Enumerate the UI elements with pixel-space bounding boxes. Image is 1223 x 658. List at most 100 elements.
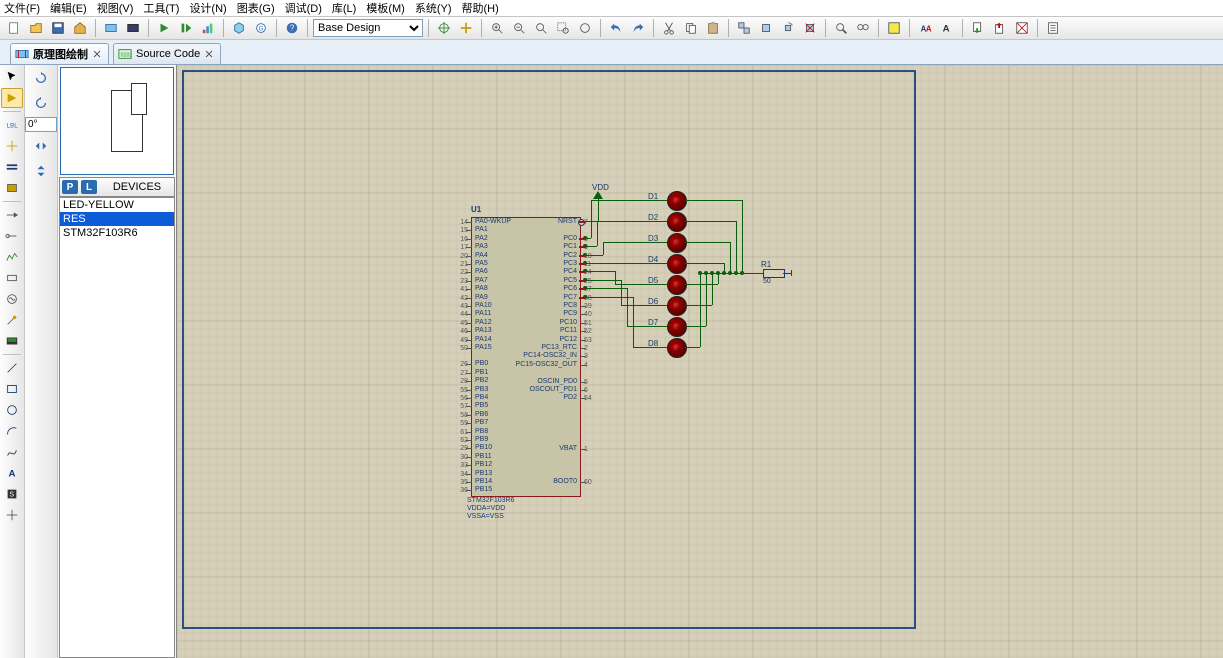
rotate-cw-button[interactable] bbox=[29, 67, 53, 89]
wire[interactable] bbox=[736, 221, 737, 273]
symbol-tool[interactable]: S bbox=[1, 484, 23, 504]
wire[interactable] bbox=[685, 326, 706, 327]
component-led[interactable] bbox=[667, 254, 687, 274]
crosshair2-button[interactable] bbox=[456, 18, 476, 38]
block-move-button[interactable] bbox=[756, 18, 776, 38]
zoom-out-button[interactable] bbox=[509, 18, 529, 38]
selection-tool[interactable] bbox=[1, 67, 23, 87]
device-list[interactable]: LED-YELLOWRESSTM32F103R6 bbox=[59, 197, 175, 658]
import-button[interactable] bbox=[968, 18, 988, 38]
wire[interactable] bbox=[633, 297, 634, 347]
block-copy-button[interactable] bbox=[734, 18, 754, 38]
probe-tool[interactable] bbox=[1, 310, 23, 330]
rotate-ccw-button[interactable] bbox=[29, 92, 53, 114]
tape-tool[interactable] bbox=[1, 268, 23, 288]
component-led[interactable] bbox=[667, 338, 687, 358]
device-item[interactable]: LED-YELLOW bbox=[60, 198, 174, 212]
device-item[interactable]: RES bbox=[60, 212, 174, 226]
pick-icon[interactable]: P bbox=[62, 180, 78, 194]
erc-button[interactable] bbox=[1012, 18, 1032, 38]
wire[interactable] bbox=[597, 221, 598, 246]
angle-input[interactable] bbox=[25, 117, 57, 132]
component-r1[interactable] bbox=[763, 269, 785, 278]
wire[interactable] bbox=[615, 271, 616, 284]
zoom-sheet-button[interactable] bbox=[575, 18, 595, 38]
path-tool[interactable] bbox=[1, 442, 23, 462]
redo-button[interactable] bbox=[628, 18, 648, 38]
junction-tool[interactable] bbox=[1, 136, 23, 156]
component-led[interactable] bbox=[667, 212, 687, 232]
wire[interactable] bbox=[609, 263, 667, 264]
wire[interactable] bbox=[585, 297, 633, 298]
wire[interactable] bbox=[730, 242, 731, 273]
wire[interactable] bbox=[598, 199, 599, 221]
wire[interactable] bbox=[603, 242, 667, 243]
menu-view[interactable]: 视图(V) bbox=[97, 0, 134, 16]
pcb-mode-button[interactable] bbox=[123, 18, 143, 38]
component-led[interactable] bbox=[667, 275, 687, 295]
crosshair-button[interactable] bbox=[434, 18, 454, 38]
wire[interactable] bbox=[742, 200, 743, 273]
device-item[interactable]: STM32F103R6 bbox=[60, 226, 174, 240]
netlist-button[interactable] bbox=[1043, 18, 1063, 38]
search-lib-button[interactable]: AA bbox=[915, 18, 935, 38]
marker-tool[interactable] bbox=[1, 505, 23, 525]
help-button[interactable]: ? bbox=[282, 18, 302, 38]
wire[interactable] bbox=[685, 347, 700, 348]
wire[interactable] bbox=[685, 305, 712, 306]
arc-tool[interactable] bbox=[1, 421, 23, 441]
replace-button[interactable] bbox=[853, 18, 873, 38]
wire[interactable] bbox=[585, 280, 621, 281]
schematic-mode-button[interactable] bbox=[101, 18, 121, 38]
wire[interactable] bbox=[685, 242, 730, 243]
menu-tools[interactable]: 工具(T) bbox=[143, 0, 179, 16]
design-select[interactable]: Base Design bbox=[313, 19, 423, 37]
graph-tool[interactable] bbox=[1, 247, 23, 267]
wire[interactable] bbox=[615, 284, 667, 285]
generator-tool[interactable] bbox=[1, 289, 23, 309]
lib-icon[interactable]: L bbox=[81, 180, 97, 194]
find-button[interactable] bbox=[831, 18, 851, 38]
undo-button[interactable] bbox=[606, 18, 626, 38]
graph-button[interactable] bbox=[198, 18, 218, 38]
menu-debug[interactable]: 调试(D) bbox=[285, 0, 322, 16]
component-led[interactable] bbox=[667, 296, 687, 316]
cut-button[interactable] bbox=[659, 18, 679, 38]
export-button[interactable] bbox=[990, 18, 1010, 38]
component-led[interactable] bbox=[667, 191, 687, 211]
zoom-fit-button[interactable] bbox=[531, 18, 551, 38]
wire[interactable] bbox=[712, 273, 713, 305]
menu-graph[interactable]: 图表(G) bbox=[237, 0, 275, 16]
component-mode-tool[interactable] bbox=[1, 88, 23, 108]
menu-file[interactable]: 文件(F) bbox=[4, 0, 40, 16]
overview-box[interactable] bbox=[60, 67, 174, 175]
bus-tool[interactable] bbox=[1, 157, 23, 177]
mirror-v-button[interactable] bbox=[29, 160, 53, 182]
canvas-area[interactable]: VDD U1 14PA0-WKUP15PA116PA217PA320PA421P… bbox=[177, 65, 1223, 658]
mirror-h-button[interactable] bbox=[29, 135, 53, 157]
wire[interactable] bbox=[706, 273, 707, 326]
zoom-in-button[interactable] bbox=[487, 18, 507, 38]
subcircuit-tool[interactable] bbox=[1, 178, 23, 198]
open-button[interactable] bbox=[26, 18, 46, 38]
step-button[interactable] bbox=[176, 18, 196, 38]
wire[interactable] bbox=[685, 221, 736, 222]
copy-button[interactable] bbox=[681, 18, 701, 38]
block-rotate-button[interactable] bbox=[778, 18, 798, 38]
component-led[interactable] bbox=[667, 233, 687, 253]
menu-lib[interactable]: 库(L) bbox=[332, 0, 356, 16]
wire[interactable] bbox=[700, 273, 701, 347]
menu-help[interactable]: 帮助(H) bbox=[462, 0, 499, 16]
text-button[interactable]: A bbox=[937, 18, 957, 38]
menu-edit[interactable]: 编辑(E) bbox=[50, 0, 87, 16]
tab-schematic[interactable]: 原理图绘制 bbox=[10, 43, 109, 64]
terminal-tool[interactable] bbox=[1, 205, 23, 225]
wire[interactable] bbox=[591, 200, 592, 238]
home-button[interactable] bbox=[70, 18, 90, 38]
save-button[interactable] bbox=[48, 18, 68, 38]
gerber-button[interactable]: G bbox=[251, 18, 271, 38]
rect-tool[interactable] bbox=[1, 379, 23, 399]
tab-source-close[interactable] bbox=[204, 49, 214, 59]
paste-button[interactable] bbox=[703, 18, 723, 38]
text-tool[interactable]: A bbox=[1, 463, 23, 483]
